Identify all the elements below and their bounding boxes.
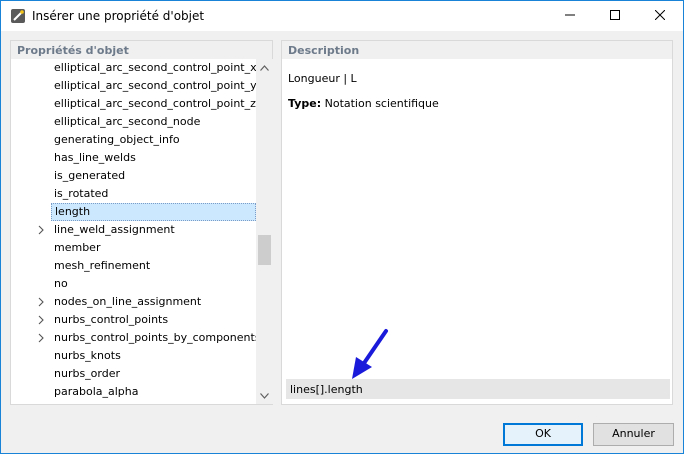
tree-item-label: elliptical_arc_second_node bbox=[54, 115, 201, 128]
tree-item[interactable]: nurbs_order bbox=[11, 365, 256, 383]
tree-item[interactable]: generating_object_info bbox=[11, 131, 256, 149]
tree-item[interactable]: mesh_refinement bbox=[11, 257, 256, 275]
dialog-content: Propriétés d'objet elliptical_arc_second… bbox=[1, 31, 683, 453]
tree-item[interactable]: elliptical_arc_second_control_point_x bbox=[11, 59, 256, 77]
tree-item[interactable]: nurbs_control_points_by_components bbox=[11, 329, 256, 347]
panel-header: Propriétés d'objet bbox=[11, 41, 272, 59]
tree-item[interactable]: is_generated bbox=[11, 167, 256, 185]
tree-item[interactable]: is_rotated bbox=[11, 185, 256, 203]
tree-item[interactable]: nurbs_control_points bbox=[11, 311, 256, 329]
tree-item-label: nurbs_control_points bbox=[54, 313, 169, 326]
tree-item[interactable]: line_weld_assignment bbox=[11, 221, 256, 239]
tree-item-label: nurbs_order bbox=[54, 367, 121, 380]
tree-item-label: is_generated bbox=[54, 169, 126, 182]
tree-item[interactable]: has_line_welds bbox=[11, 149, 256, 167]
tree-item-label: mesh_refinement bbox=[54, 259, 151, 272]
tree-item-label: is_rotated bbox=[54, 187, 109, 200]
panel-header: Description bbox=[282, 41, 672, 59]
tree-item[interactable]: no bbox=[11, 275, 256, 293]
minimize-icon bbox=[565, 10, 575, 23]
close-button[interactable] bbox=[637, 1, 683, 31]
chevron-right-icon[interactable] bbox=[36, 224, 46, 236]
type-line: Type: Notation scientifique bbox=[288, 97, 439, 110]
tree-item-label: elliptical_arc_second_control_point_z bbox=[54, 97, 256, 110]
expression-text: lines[].length bbox=[290, 383, 363, 396]
tree-item[interactable]: parabola_alpha bbox=[11, 383, 256, 401]
tree-item[interactable]: member bbox=[11, 239, 256, 257]
chevron-right-icon[interactable] bbox=[36, 332, 46, 344]
tree-item[interactable]: length bbox=[11, 203, 256, 221]
scroll-down-button[interactable] bbox=[256, 387, 273, 404]
property-tree[interactable]: elliptical_arc_second_control_point_xell… bbox=[11, 59, 256, 404]
ok-button[interactable]: OK bbox=[503, 423, 583, 446]
tree-item-label: has_line_welds bbox=[54, 151, 136, 164]
tree-item[interactable]: elliptical_arc_second_node bbox=[11, 113, 256, 131]
dialog-window: Insérer une propriété d'objet Propriétés… bbox=[0, 0, 684, 454]
title-bar[interactable]: Insérer une propriété d'objet bbox=[1, 1, 683, 31]
cancel-button[interactable]: Annuler bbox=[593, 423, 674, 446]
tree-item-label: member bbox=[54, 241, 101, 254]
chevron-up-icon bbox=[260, 61, 269, 74]
tree-item-label: nurbs_control_points_by_components bbox=[54, 331, 256, 344]
chevron-right-icon[interactable] bbox=[36, 296, 46, 308]
chevron-down-icon bbox=[260, 389, 269, 402]
type-value: Notation scientifique bbox=[324, 97, 439, 110]
wand-icon bbox=[10, 8, 26, 24]
tree-item-label: length bbox=[51, 203, 256, 221]
vertical-scrollbar[interactable] bbox=[256, 59, 273, 404]
tree-item-label: generating_object_info bbox=[54, 133, 180, 146]
tree-item-label: no bbox=[54, 277, 68, 290]
description-header: Description bbox=[288, 44, 360, 57]
window-title: Insérer une propriété d'objet bbox=[32, 9, 205, 23]
tree-item-label: nodes_on_line_assignment bbox=[54, 295, 202, 308]
description-text: Longueur | L bbox=[288, 72, 357, 85]
tree-item[interactable]: nurbs_knots bbox=[11, 347, 256, 365]
object-properties-header: Propriétés d'objet bbox=[17, 44, 129, 57]
maximize-button[interactable] bbox=[592, 1, 638, 31]
type-label: Type: bbox=[288, 97, 322, 110]
object-properties-panel: Propriétés d'objet elliptical_arc_second… bbox=[10, 40, 273, 405]
minimize-button[interactable] bbox=[547, 1, 593, 31]
tree-item-label: line_weld_assignment bbox=[54, 223, 175, 236]
description-panel: Description Longueur | L Type: Notation … bbox=[281, 40, 673, 405]
tree-item-label: elliptical_arc_second_control_point_y bbox=[54, 79, 256, 92]
tree-item[interactable]: elliptical_arc_second_control_point_y bbox=[11, 77, 256, 95]
tree-item-label: elliptical_arc_second_control_point_x bbox=[54, 61, 256, 74]
scrollbar-thumb[interactable] bbox=[258, 235, 271, 265]
scroll-up-button[interactable] bbox=[256, 59, 273, 76]
tree-item[interactable]: elliptical_arc_second_control_point_z bbox=[11, 95, 256, 113]
arrow-icon bbox=[352, 329, 388, 379]
maximize-icon bbox=[610, 9, 620, 23]
tree-item-label: parabola_alpha bbox=[54, 385, 139, 398]
tree-item[interactable]: nodes_on_line_assignment bbox=[11, 293, 256, 311]
expression-field[interactable]: lines[].length bbox=[286, 379, 670, 399]
tree-item-label: nurbs_knots bbox=[54, 349, 121, 362]
close-icon bbox=[654, 9, 666, 23]
chevron-right-icon[interactable] bbox=[36, 314, 46, 326]
